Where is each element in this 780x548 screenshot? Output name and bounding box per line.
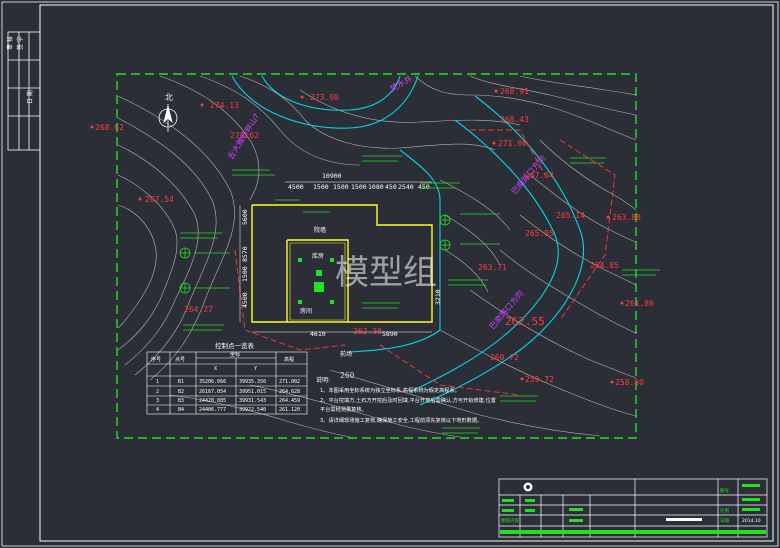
roads: [231, 75, 585, 406]
north-arrow-icon: [158, 104, 178, 132]
road-label-top-right: 焚水井: [388, 73, 414, 94]
dimension-bottom-total: 5890: [382, 330, 398, 338]
dimension-part: 450: [385, 183, 397, 191]
elevation-label: 264.85: [590, 261, 619, 270]
elevation-label: 263.71: [478, 263, 507, 272]
room-label: 库房: [312, 252, 324, 260]
table-cell: 35206.066: [199, 379, 226, 385]
title-block-cell: 日期: [720, 518, 729, 524]
room-label: 前场: [340, 350, 352, 358]
table-cell: 264.459: [279, 398, 300, 404]
elevation-label: 268.43: [500, 115, 529, 124]
table-cell: 271.002: [279, 379, 300, 385]
table-title: 控制点一览表: [215, 341, 255, 350]
watermark: 模型组: [335, 253, 437, 293]
dimension-left: 8570: [241, 246, 249, 262]
title-block-cell: 比例: [720, 507, 729, 514]
drawing-title-bar: [666, 518, 702, 521]
table-text: 序号 点号 坐标 高程 X Y 1 B1 35206.066 39935.350…: [151, 351, 300, 413]
table-cell: 39922.540: [239, 407, 266, 413]
title-block-cell: 图纸内容: [501, 517, 519, 524]
contour-value: 260: [340, 371, 355, 380]
table-header: 点号: [175, 357, 185, 363]
elevation-label: 261.86: [625, 299, 654, 308]
dimension-part: 1500: [351, 183, 367, 191]
elevation-label: 262.30: [353, 327, 382, 336]
site-marker: [314, 282, 324, 292]
dimension-part: 1080: [368, 183, 384, 191]
table-cell: 39951.015: [239, 389, 266, 395]
notes-line: 平台需经测量复核。: [320, 405, 367, 413]
elevation-label: 260.72: [490, 353, 519, 362]
elevation-label: 263.88: [612, 213, 641, 222]
title-block-green-bar: [500, 530, 766, 534]
table-cell: 24406.777: [199, 407, 226, 413]
dimension-part: 2540: [398, 183, 414, 191]
table-subheader: Y: [254, 366, 257, 372]
table-cell: 261.120: [279, 407, 300, 413]
table-header: 坐标: [230, 351, 240, 358]
table-cell: 2: [156, 389, 159, 395]
table-cell: 24420.085: [199, 398, 226, 404]
elevation-label: 273.90: [310, 93, 339, 102]
elevation-label: 265.14: [556, 211, 585, 220]
table-cell: 39935.350: [239, 379, 266, 385]
title-block-text: 图纸内容 图号 比例 日期 2014.10: [501, 488, 761, 524]
table-cell: 1: [156, 379, 159, 385]
table-cell: 3: [156, 398, 159, 404]
dimension-part: 4500: [288, 183, 304, 191]
table-cell: 26167.054: [199, 389, 226, 395]
cad-drawing-canvas[interactable]: 审 核 签 字 日 期 北 去大雅新畔山? 焚水井 巴南路口方向 巴南路口方向 …: [0, 0, 780, 548]
binding-strip-text: 审 核 签 字 日 期: [6, 36, 34, 104]
elevation-label: 274.13: [210, 101, 239, 110]
elevation-label: 272.62: [230, 131, 259, 140]
building-grid: [298, 258, 334, 304]
notes: 说明: 1、本图采用坐标系统为独立坐标系,高程系统为假定高程系。 2、平台挖填方…: [316, 376, 496, 424]
elevation-label: 271.00: [498, 139, 527, 148]
notes-line: 2、平台挖填方,土石方开挖后及时回填,平台开挖后需确认,方可开始修建,位置: [320, 396, 496, 404]
room-label: 房间: [300, 307, 312, 315]
table-cell: 39931.543: [239, 398, 266, 404]
title-block: [498, 478, 768, 538]
svg-text:审 核: 审 核: [6, 36, 14, 50]
dimension-bottom-inner: 4610: [310, 330, 326, 338]
table-cell: 4: [156, 407, 159, 413]
notes-line: 1、本图采用坐标系统为独立坐标系,高程系统为假定高程系。: [320, 386, 460, 394]
notes-line: 3、请详细现场施工复核,确保施工安全,工程前须先复核以下地形数据。: [320, 416, 482, 424]
dimension-part: 450: [418, 183, 430, 191]
svg-text:签 字: 签 字: [16, 36, 24, 50]
elevation-label: 264.27: [184, 305, 213, 314]
table-header: 序号: [151, 356, 161, 363]
elevation-label: 262.55: [505, 315, 545, 328]
dimension-part: 1500: [313, 183, 329, 191]
svg-text:日 期: 日 期: [26, 90, 34, 104]
elevation-labels: 274.13 273.90 272.62 268.62 267.54 264.2…: [95, 87, 654, 387]
elevation-label: 258.80: [615, 378, 644, 387]
elevation-label: 267.54: [145, 195, 174, 204]
table-cell: B2: [178, 389, 184, 395]
elevation-label: 268.62: [95, 123, 124, 132]
elevation-label: 259.72: [525, 375, 554, 384]
dimension-top-total: 10900: [322, 172, 342, 180]
dimension-left: 1500: [241, 266, 249, 282]
dimension-part: 1500: [333, 183, 349, 191]
elevation-label: 267.64: [525, 171, 554, 180]
elevation-label: 265.95: [525, 229, 554, 238]
elevation-label: 268.91: [500, 87, 529, 96]
table-cell: B1: [178, 379, 184, 385]
room-label: 院墙: [314, 226, 326, 234]
notes-heading: 说明:: [316, 376, 330, 384]
table-cell: 264.628: [279, 389, 300, 395]
table-cell: B3: [178, 398, 184, 404]
table-header: 高程: [284, 356, 294, 363]
title-block-cell: 图号: [720, 488, 729, 494]
north-label: 北: [165, 93, 173, 102]
dimension-left: 5600: [241, 209, 249, 225]
title-block-logo-icon: [523, 482, 533, 492]
dimension-left: 4500: [241, 292, 249, 308]
table-subheader: X: [214, 366, 217, 372]
title-block-date: 2014.10: [742, 518, 761, 524]
table-cell: B4: [178, 407, 184, 413]
